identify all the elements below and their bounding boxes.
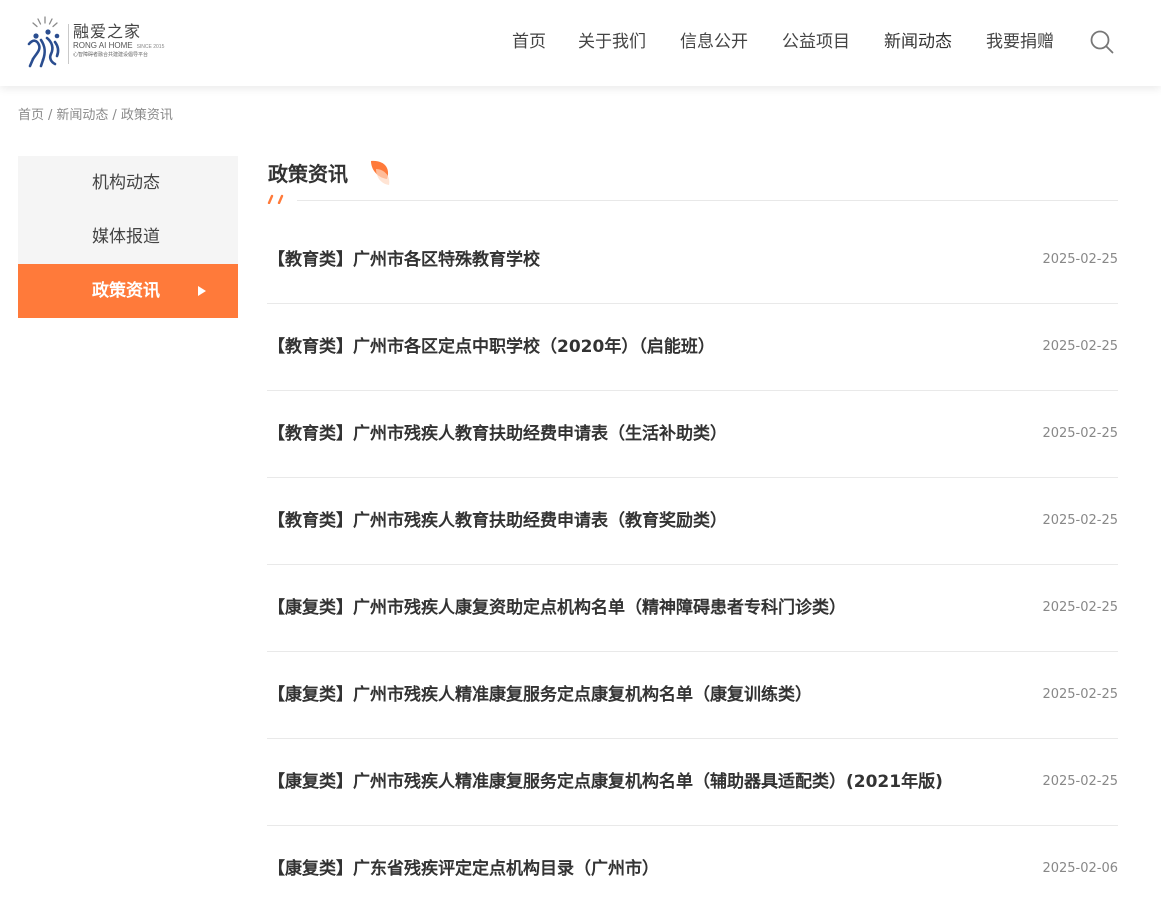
sidebar-item-media[interactable]: 媒体报道 xyxy=(18,210,238,264)
list-item[interactable]: 【康复类】广东省残疾评定定点机构目录（广州市） 2025-02-06 xyxy=(267,826,1118,910)
list-item-title[interactable]: 【教育类】广州市残疾人教育扶助经费申请表（教育奖励类） xyxy=(268,509,727,533)
title-divider xyxy=(297,200,1118,201)
leaf-icon xyxy=(371,160,390,185)
list-item-title[interactable]: 【康复类】广州市残疾人精准康复服务定点康复机构名单（康复训练类） xyxy=(268,683,812,707)
nav-item-home[interactable]: 首页 xyxy=(512,30,546,54)
list-item-date: 2025-02-25 xyxy=(1042,339,1118,354)
list-item-date: 2025-02-25 xyxy=(1042,600,1118,615)
list-item[interactable]: 【教育类】广州市残疾人教育扶助经费申请表（生活补助类） 2025-02-25 xyxy=(267,391,1118,478)
caret-right-icon xyxy=(198,286,206,296)
list-item[interactable]: 【教育类】广州市各区特殊教育学校 2025-02-25 xyxy=(267,217,1118,304)
breadcrumb-separator: / xyxy=(112,108,117,123)
nav-item-about[interactable]: 关于我们 xyxy=(578,30,646,54)
sidebar-item-label: 机构动态 xyxy=(92,173,160,193)
breadcrumb-separator: / xyxy=(48,108,53,123)
nav-item-news[interactable]: 新闻动态 xyxy=(884,30,952,54)
breadcrumb-news[interactable]: 新闻动态 xyxy=(56,108,108,123)
list-item[interactable]: 【康复类】广州市残疾人精准康复服务定点康复机构名单（康复训练类） 2025-02… xyxy=(267,652,1118,739)
page-title: 政策资讯 xyxy=(268,162,348,186)
list-item-date: 2025-02-25 xyxy=(1042,513,1118,528)
list-item-title[interactable]: 【教育类】广州市各区定点中职学校（2020年）（启能班） xyxy=(268,335,715,359)
breadcrumb-home[interactable]: 首页 xyxy=(18,108,44,123)
list-item-date: 2025-02-25 xyxy=(1042,252,1118,267)
main-nav: 首页 关于我们 信息公开 公益项目 新闻动态 我要捐赠 xyxy=(0,30,1161,54)
sidebar-item-label: 媒体报道 xyxy=(92,227,160,247)
search-icon[interactable] xyxy=(1089,29,1115,55)
nav-item-projects[interactable]: 公益项目 xyxy=(782,30,850,54)
nav-item-disclosure[interactable]: 信息公开 xyxy=(680,30,748,54)
list-item-title[interactable]: 【康复类】广东省残疾评定定点机构目录（广州市） xyxy=(268,857,659,881)
list-item-date: 2025-02-06 xyxy=(1042,861,1118,876)
list-item-date: 2025-02-25 xyxy=(1042,774,1118,789)
policy-list: 【教育类】广州市各区特殊教育学校 2025-02-25 【教育类】广州市各区定点… xyxy=(267,217,1118,910)
list-item[interactable]: 【康复类】广州市残疾人精准康复服务定点康复机构名单（辅助器具适配类）(2021年… xyxy=(267,739,1118,826)
breadcrumb-current: 政策资讯 xyxy=(120,108,173,123)
list-item-title[interactable]: 【教育类】广州市各区特殊教育学校 xyxy=(268,248,540,272)
list-item-title[interactable]: 【康复类】广州市残疾人康复资助定点机构名单（精神障碍患者专科门诊类） xyxy=(268,596,846,620)
list-item-date: 2025-02-25 xyxy=(1042,687,1118,702)
sidebar: 机构动态 媒体报道 政策资讯 xyxy=(18,156,238,318)
list-item-title[interactable]: 【康复类】广州市残疾人精准康复服务定点康复机构名单（辅助器具适配类）(2021年… xyxy=(268,770,943,794)
title-accent-icon xyxy=(267,194,284,204)
breadcrumb: 首页 / 新闻动态 / 政策资讯 xyxy=(18,106,173,126)
list-item[interactable]: 【教育类】广州市残疾人教育扶助经费申请表（教育奖励类） 2025-02-25 xyxy=(267,478,1118,565)
site-header: 融爱之家 RONG AI HOME SINCE 2015 心智障碍者融合共建建设倡… xyxy=(0,0,1161,86)
sidebar-item-org-news[interactable]: 机构动态 xyxy=(18,156,238,210)
sidebar-item-label: 政策资讯 xyxy=(92,281,160,301)
list-item-date: 2025-02-25 xyxy=(1042,426,1118,441)
sidebar-item-policy[interactable]: 政策资讯 xyxy=(18,264,238,318)
list-item-title[interactable]: 【教育类】广州市残疾人教育扶助经费申请表（生活补助类） xyxy=(268,422,727,446)
list-item[interactable]: 【教育类】广州市各区定点中职学校（2020年）（启能班） 2025-02-25 xyxy=(267,304,1118,391)
nav-item-donate[interactable]: 我要捐赠 xyxy=(986,30,1054,54)
list-item[interactable]: 【康复类】广州市残疾人康复资助定点机构名单（精神障碍患者专科门诊类） 2025-… xyxy=(267,565,1118,652)
